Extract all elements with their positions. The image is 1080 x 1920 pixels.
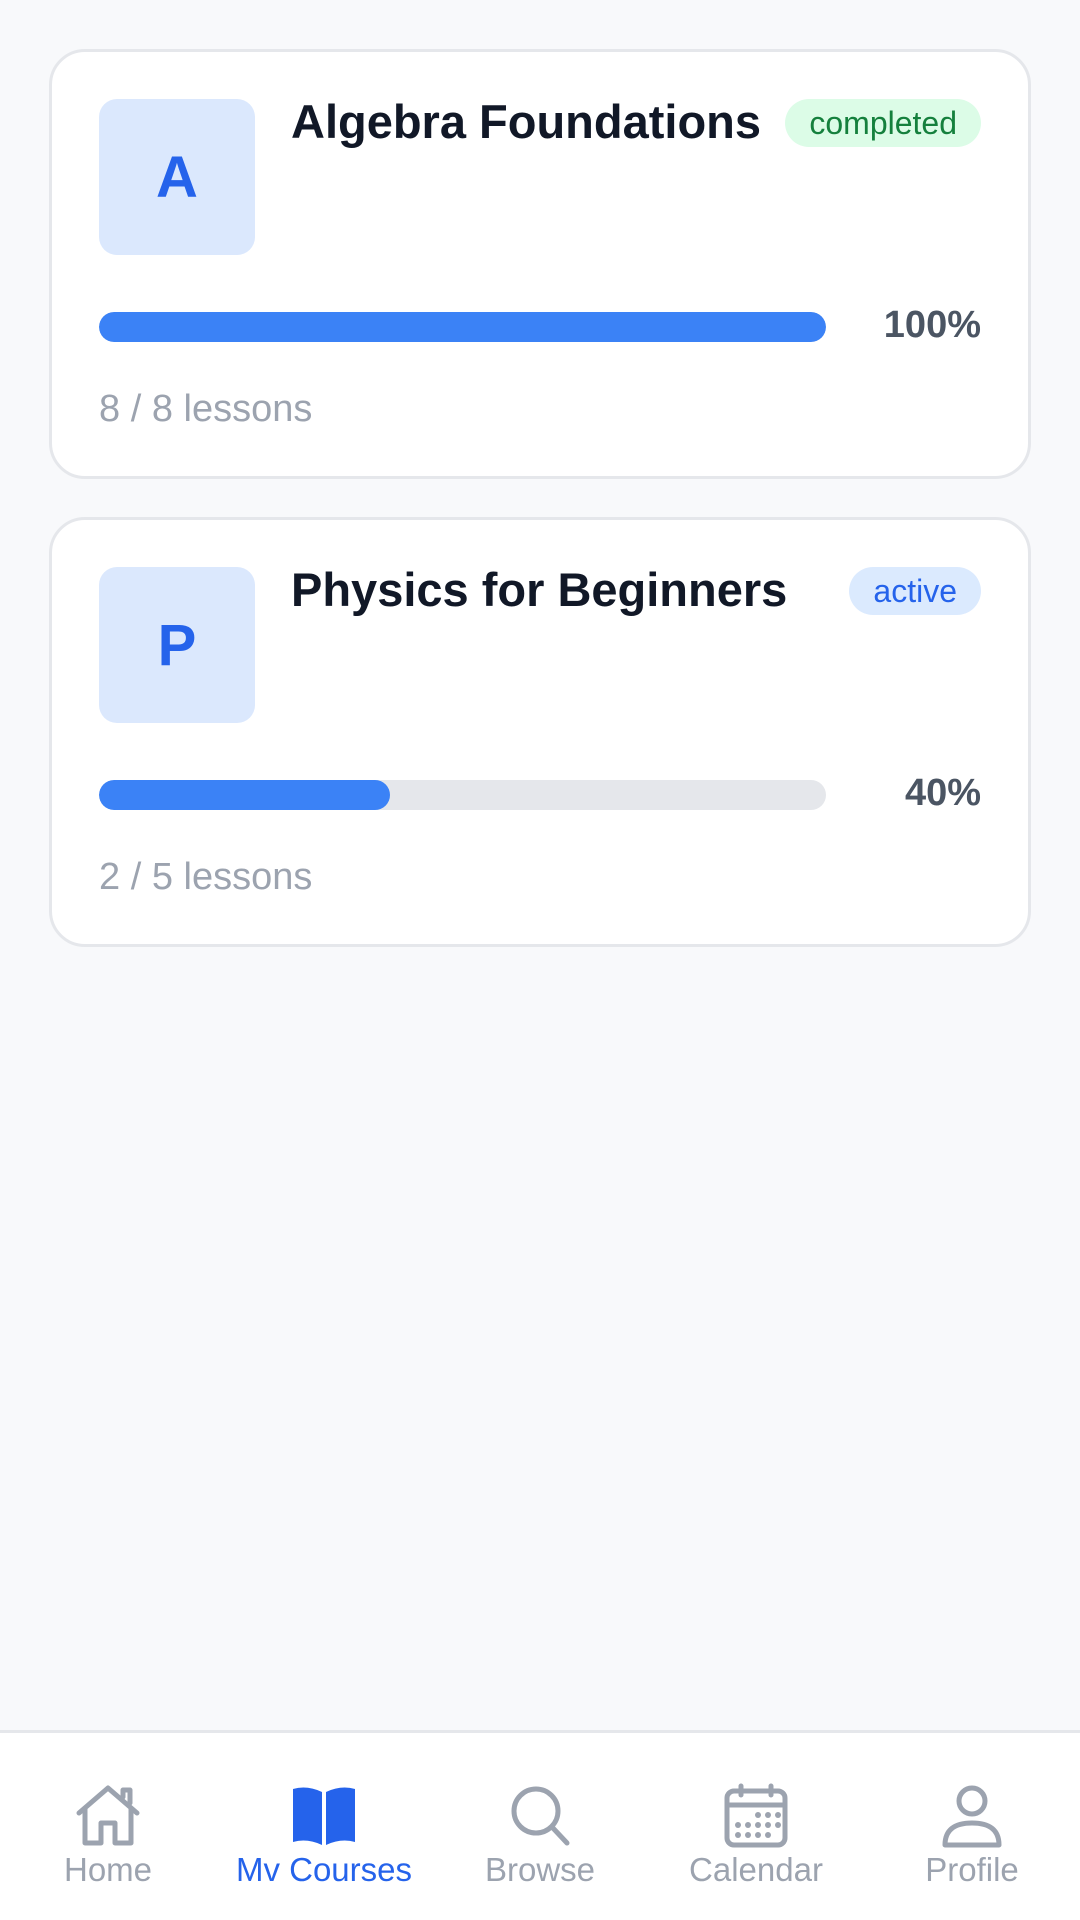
nav-item-browse[interactable]: Browse [432, 1733, 648, 1920]
lessons-total: 5 [151, 856, 173, 898]
course-list: A Algebra Foundations completed 100% 8 /… [49, 49, 1031, 985]
progress-bar [99, 312, 826, 342]
lessons-spacer [173, 388, 184, 430]
status-badge: active [849, 567, 981, 615]
lessons-word: lessons [183, 388, 313, 430]
course-initial: A [156, 144, 198, 210]
course-card-physics[interactable]: P Physics for Beginners active 40% 2 / 5… [49, 517, 1031, 947]
lessons-total: 8 [151, 388, 173, 430]
nav-label: Browse [484, 1851, 596, 1888]
course-title: Physics for Beginners [291, 563, 788, 616]
progress-bar [99, 780, 826, 810]
nav-label: Profile [925, 1851, 1019, 1888]
lesson-count: 8 / 8 lessons [99, 388, 312, 431]
nav-label: Home [63, 1851, 153, 1888]
nav-item-calendar[interactable]: Calendar [648, 1733, 864, 1920]
nav-item-profile[interactable]: Profile [864, 1733, 1080, 1920]
lesson-count: 2 / 5 lessons [99, 856, 312, 899]
progress-bar-fill [99, 312, 826, 342]
course-card-algebra[interactable]: A Algebra Foundations completed 100% 8 /… [49, 49, 1031, 479]
lessons-word: lessons [183, 856, 313, 898]
bottom-nav: Home Mv Courses Browse Calendar Profile [0, 1730, 1080, 1920]
course-thumbnail: A [99, 99, 255, 255]
home-icon [76, 1785, 140, 1846]
lessons-spacer [173, 856, 184, 898]
status-badge: completed [785, 99, 981, 147]
course-initial: P [157, 612, 197, 678]
progress-bar-fill [99, 780, 390, 810]
progress-percent: 40% [904, 772, 981, 814]
progress-percent: 100% [883, 304, 981, 346]
book-icon [293, 1787, 355, 1845]
course-thumbnail: P [99, 567, 255, 723]
search-icon [511, 1786, 570, 1846]
calendar-icon [724, 1783, 788, 1848]
nav-item-my-courses[interactable]: Mv Courses [216, 1733, 432, 1920]
lessons-done: 2 [99, 856, 121, 898]
course-title: Algebra Foundations [291, 95, 761, 148]
nav-label: Mv Courses [235, 1851, 413, 1888]
lessons-separator: / [120, 856, 152, 898]
nav-item-home[interactable]: Home [0, 1733, 216, 1920]
user-icon [942, 1785, 1002, 1848]
lessons-done: 8 [99, 388, 121, 430]
nav-label: Calendar [689, 1851, 823, 1888]
lessons-separator: / [120, 388, 152, 430]
